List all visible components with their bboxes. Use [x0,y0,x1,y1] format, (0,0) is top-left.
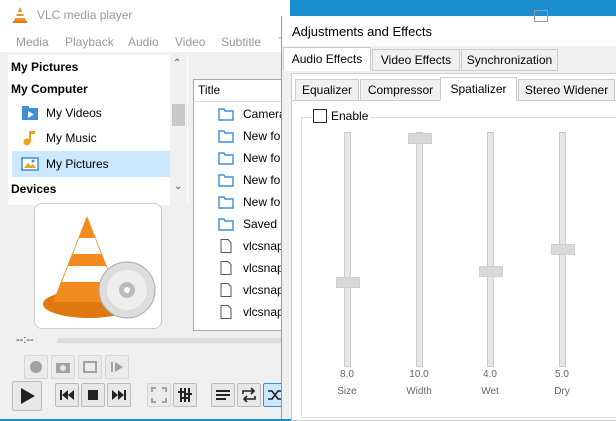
sidebar-item-label: My Pictures [46,157,109,171]
list-item[interactable]: New fold [194,191,291,213]
list-item[interactable]: Camera [194,103,291,125]
list-item[interactable]: New fold [194,125,291,147]
fullscreen-icon [151,387,167,403]
adjustments-dialog: Adjustments and Effects Audio Effects Vi… [281,10,616,421]
menu-audio[interactable]: Audio [128,35,159,49]
size-slider-track[interactable] [344,132,351,367]
list-item[interactable]: vlcsnap- [194,257,291,279]
sidebar-header-my-pictures[interactable]: My Pictures [11,60,78,74]
sidebar-item-my-music[interactable]: My Music [12,125,170,151]
previous-button[interactable] [55,383,79,407]
file-icon [220,261,232,275]
window-title: VLC media player [37,8,133,22]
loop-ab-button[interactable] [78,355,102,379]
size-slider-thumb[interactable] [336,276,360,288]
vlc-title-bar: VLC media player [0,0,290,30]
list-item-label: Camera [243,107,286,121]
folder-icon [218,196,234,209]
menu-media[interactable]: Media [16,35,49,49]
folder-icon [218,218,234,231]
spatializer-sliders: 8.0 Size 10.0 Width 4.0 Wet 5.0 Dry [282,16,616,419]
vlc-cone-artwork [43,216,156,319]
record-icon [30,361,42,373]
next-icon [112,390,126,400]
previous-icon [60,390,74,400]
width-slider-thumb[interactable] [408,133,432,144]
sidebar-item-label: My Music [46,131,97,145]
wet-slider-track[interactable] [487,132,494,367]
album-art [34,203,162,329]
folder-icon [218,130,234,143]
list-item[interactable]: New fold [194,169,291,191]
dry-slider-label: Dry [554,386,570,397]
file-icon [220,283,232,297]
width-slider-track[interactable] [416,132,423,367]
playlist-icon [216,390,230,400]
camera-icon [56,363,70,373]
header-divider [194,101,291,102]
sidebar-scrollbar[interactable]: ⌃ ⌄ [170,55,187,205]
wet-slider-label: Wet [481,386,499,397]
record-button[interactable] [24,355,48,379]
loop-button[interactable] [237,383,261,407]
list-item[interactable]: vlcsnap- [194,235,291,257]
frame-step-icon [111,362,123,372]
scrollbar-thumb[interactable] [172,104,185,126]
size-value-label: 8.0 [340,369,354,380]
folder-icon [218,152,234,165]
width-value-label: 10.0 [409,369,429,380]
scroll-down-icon[interactable]: ⌄ [174,181,182,192]
repeat-icon [242,387,256,403]
menu-bar: Media Playback Audio Video Subtitle T [0,30,290,52]
loop-ab-icon [83,361,97,373]
frame-step-button[interactable] [105,355,129,379]
play-icon [21,388,35,404]
elapsed-time: --:-- [16,334,34,346]
sidebar-item-label: My Videos [46,106,102,120]
width-slider-label: Width [406,386,432,397]
menu-playback[interactable]: Playback [65,35,114,49]
menu-subtitle[interactable]: Subtitle [221,35,261,49]
wet-value-label: 4.0 [483,369,497,380]
stop-button[interactable] [81,383,105,407]
dry-value-label: 5.0 [555,369,569,380]
list-item[interactable]: Saved P [194,213,291,235]
column-header-title[interactable]: Title [198,83,220,97]
wet-slider-thumb[interactable] [479,265,503,277]
sidebar-header-my-computer[interactable]: My Computer [11,82,88,96]
stop-icon [88,390,98,400]
snapshot-button[interactable] [51,355,75,379]
file-icon [220,239,232,253]
folder-icon [218,174,234,187]
file-list: Title Camera New fold New fold New fold … [193,79,292,331]
play-button[interactable] [12,381,42,411]
music-folder-icon [23,131,35,146]
sidebar-item-my-videos[interactable]: My Videos [12,100,170,126]
size-slider-label: Size [337,386,357,397]
file-icon [220,305,232,319]
menu-video[interactable]: Video [175,35,205,49]
playlist-button[interactable] [211,383,235,407]
dry-slider-thumb[interactable] [551,243,575,255]
vlc-main-window: VLC media player Media Playback Audio Vi… [0,0,292,419]
list-item[interactable]: vlcsnap- [194,279,291,301]
videos-folder-icon [22,106,38,120]
list-item[interactable]: New fold [194,147,291,169]
vlc-cone-icon [13,7,27,23]
fullscreen-button[interactable] [147,383,171,407]
scroll-up-icon[interactable]: ⌃ [173,58,181,69]
sidebar-header-devices[interactable]: Devices [11,182,56,196]
list-item[interactable]: vlcsnap- [194,301,291,323]
next-button[interactable] [107,383,131,407]
folder-icon [218,108,234,121]
extended-settings-button[interactable] [173,383,197,407]
sidebar: My Pictures My Computer My Videos My Mus… [8,55,188,205]
equalizer-sliders-icon [178,388,192,402]
sidebar-item-my-pictures[interactable]: My Pictures [12,151,170,177]
pictures-folder-icon [21,157,39,171]
seek-bar[interactable] [57,338,285,343]
